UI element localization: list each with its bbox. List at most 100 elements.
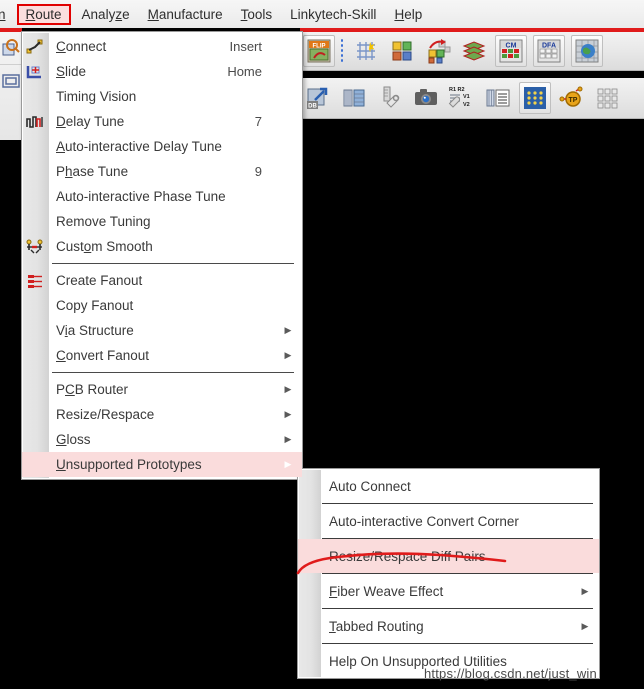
submenu-icon-empty [298, 609, 320, 643]
svg-text:TP: TP [569, 97, 578, 104]
test-point-icon[interactable]: TP [557, 83, 587, 113]
menu-item-gloss[interactable]: Gloss ▶ [22, 427, 302, 452]
submenu-item-auto-connect[interactable]: Auto Connect [298, 469, 599, 503]
via-array-icon[interactable] [519, 82, 551, 114]
create-fanout-icon [22, 268, 48, 293]
submenu-item-tabbed-routing[interactable]: Tabbed Routing ▶ [298, 609, 599, 643]
cm-table-icon[interactable]: CM [495, 35, 527, 67]
menu-icon-empty [22, 159, 48, 184]
flip-icon[interactable]: FLIP [303, 35, 335, 67]
menu-item-auto-interactive-delay-tune-label: Auto-interactive Delay Tune [56, 139, 222, 154]
report-list-icon[interactable] [483, 83, 513, 113]
menu-item-via-structure[interactable]: Via Structure ▶ [22, 318, 302, 343]
menu-item-slide-shortcut: Home [227, 64, 262, 79]
submenu-item-fiber-weave-effect-label: Fiber Weave Effect [329, 583, 444, 599]
delay-tune-icon [22, 109, 48, 134]
menu-icon-empty [22, 209, 48, 234]
menu-item-convert-fanout-label: Convert Fanout [56, 348, 150, 363]
menu-item-slide[interactable]: Slide Home [22, 59, 302, 84]
menu-item-remove-tuning-label: Remove Tuning [56, 214, 151, 229]
submenu-icon-empty [298, 574, 320, 608]
submenu-icon-empty [298, 539, 320, 573]
menu-item-auto-interactive-delay-tune[interactable]: Auto-interactive Delay Tune [22, 134, 302, 159]
color-squares-icon[interactable] [387, 36, 417, 66]
menu-icon-empty [22, 343, 48, 368]
svg-text:V1: V1 [463, 94, 470, 100]
placement-move-icon[interactable] [423, 36, 453, 66]
menu-item-phase-tune-label: Phase Tune [56, 164, 129, 179]
chevron-right-icon: ▶ [581, 585, 589, 596]
unsupported-prototypes-submenu: Auto Connect Auto-interactive Convert Cor… [297, 468, 600, 679]
submenu-item-auto-interactive-convert-corner[interactable]: Auto-interactive Convert Corner [298, 504, 599, 538]
menu-item-custom-smooth-label: Custom Smooth [56, 239, 153, 254]
custom-smooth-icon [22, 234, 48, 259]
toolbar-row-2: DB R1 R2 V1 V2 TP [290, 78, 644, 119]
chevron-right-icon: ▶ [284, 459, 292, 469]
zoom-tool-icon[interactable] [0, 32, 22, 64]
grid-sparkle-icon[interactable] [351, 36, 381, 66]
menu-item-timing-vision[interactable]: Timing Vision [22, 84, 302, 109]
menu-item-pcb-router-label: PCB Router [56, 382, 129, 397]
svg-text:DB: DB [308, 104, 317, 110]
submenu-item-tabbed-routing-label: Tabbed Routing [329, 618, 424, 634]
menu-item-convert-fanout[interactable]: Convert Fanout ▶ [22, 343, 302, 368]
measure-wrench-icon[interactable] [375, 83, 405, 113]
menubar-item-clipped[interactable]: n [0, 4, 15, 25]
menu-item-auto-interactive-phase-tune[interactable]: Auto-interactive Phase Tune [22, 184, 302, 209]
menu-item-custom-smooth[interactable]: Custom Smooth [22, 234, 302, 259]
pad-grid-icon[interactable] [593, 83, 623, 113]
toolbar-grip-1[interactable] [340, 38, 344, 64]
board-layers-icon[interactable] [339, 83, 369, 113]
chevron-right-icon: ▶ [284, 350, 292, 360]
menu-item-unsupported-prototypes-label: Unsupported Prototypes [56, 457, 202, 472]
chevron-right-icon: ▶ [284, 434, 292, 444]
menu-item-pcb-router[interactable]: PCB Router ▶ [22, 377, 302, 402]
menu-item-create-fanout-label: Create Fanout [56, 273, 143, 288]
menubar: n Route Analyze Manufacture Tools Linkytech-S… [0, 0, 644, 28]
submenu-item-resize-respace-diff-pairs-label: Resize/Respace Diff Pairs [329, 548, 486, 564]
menu-item-slide-label: Slide [56, 64, 87, 79]
menu-item-remove-tuning[interactable]: Remove Tuning [22, 209, 302, 234]
left-toolbar-strip [0, 32, 23, 140]
chevron-right-icon: ▶ [284, 384, 292, 394]
menu-item-delay-tune[interactable]: Delay Tune 7 [22, 109, 302, 134]
menubar-item-help[interactable]: Help [385, 4, 431, 25]
dfa-table-icon[interactable]: DFA [533, 35, 565, 67]
menubar-item-manufacture[interactable]: Manufacture [139, 4, 232, 25]
layer-stack-icon[interactable] [459, 36, 489, 66]
menu-item-create-fanout[interactable]: Create Fanout [22, 268, 302, 293]
route-dropdown-menu: Connect Insert Slide Home Timing Vision Delay… [21, 31, 303, 480]
menu-item-connect[interactable]: Connect Insert [22, 34, 302, 59]
submenu-icon-empty [298, 469, 320, 503]
menu-icon-empty [22, 318, 48, 343]
menu-item-phase-tune[interactable]: Phase Tune 9 [22, 159, 302, 184]
menubar-item-analyze[interactable]: Analyze [73, 4, 139, 25]
menu-item-copy-fanout[interactable]: Copy Fanout [22, 293, 302, 318]
svg-text:CM: CM [506, 43, 517, 50]
menu-item-resize-respace[interactable]: Resize/Respace ▶ [22, 402, 302, 427]
chevron-right-icon: ▶ [284, 409, 292, 419]
menubar-item-linkytech-skill[interactable]: Linkytech-Skill [281, 4, 385, 25]
db-export-icon[interactable]: DB [303, 83, 333, 113]
ref-des-wrench-icon[interactable]: R1 R2 V1 V2 [447, 83, 477, 113]
menu-item-gloss-label: Gloss [56, 432, 91, 447]
menu-item-connect-shortcut: Insert [229, 39, 262, 54]
menubar-item-tools[interactable]: Tools [232, 4, 282, 25]
globe-grid-icon[interactable] [571, 35, 603, 67]
submenu-item-resize-respace-diff-pairs[interactable]: Resize/Respace Diff Pairs [298, 539, 599, 573]
menu-icon-empty [22, 134, 48, 159]
menu-item-copy-fanout-label: Copy Fanout [56, 298, 134, 313]
menu-icon-empty [22, 402, 48, 427]
menu-item-connect-label: Connect [56, 39, 107, 54]
rectangle-tool-icon[interactable] [0, 64, 22, 97]
chevron-right-icon: ▶ [581, 620, 589, 631]
submenu-item-fiber-weave-effect[interactable]: Fiber Weave Effect ▶ [298, 574, 599, 608]
camera-snapshot-icon[interactable] [411, 83, 441, 113]
menu-item-timing-vision-label: Timing Vision [56, 89, 137, 104]
menubar-item-route[interactable]: Route [16, 3, 71, 25]
menu-item-phase-tune-shortcut: 9 [254, 164, 262, 179]
connect-icon [22, 34, 48, 59]
chevron-right-icon: ▶ [284, 325, 292, 335]
svg-text:V2: V2 [463, 102, 470, 108]
menu-item-unsupported-prototypes[interactable]: Unsupported Prototypes ▶ [22, 452, 302, 477]
